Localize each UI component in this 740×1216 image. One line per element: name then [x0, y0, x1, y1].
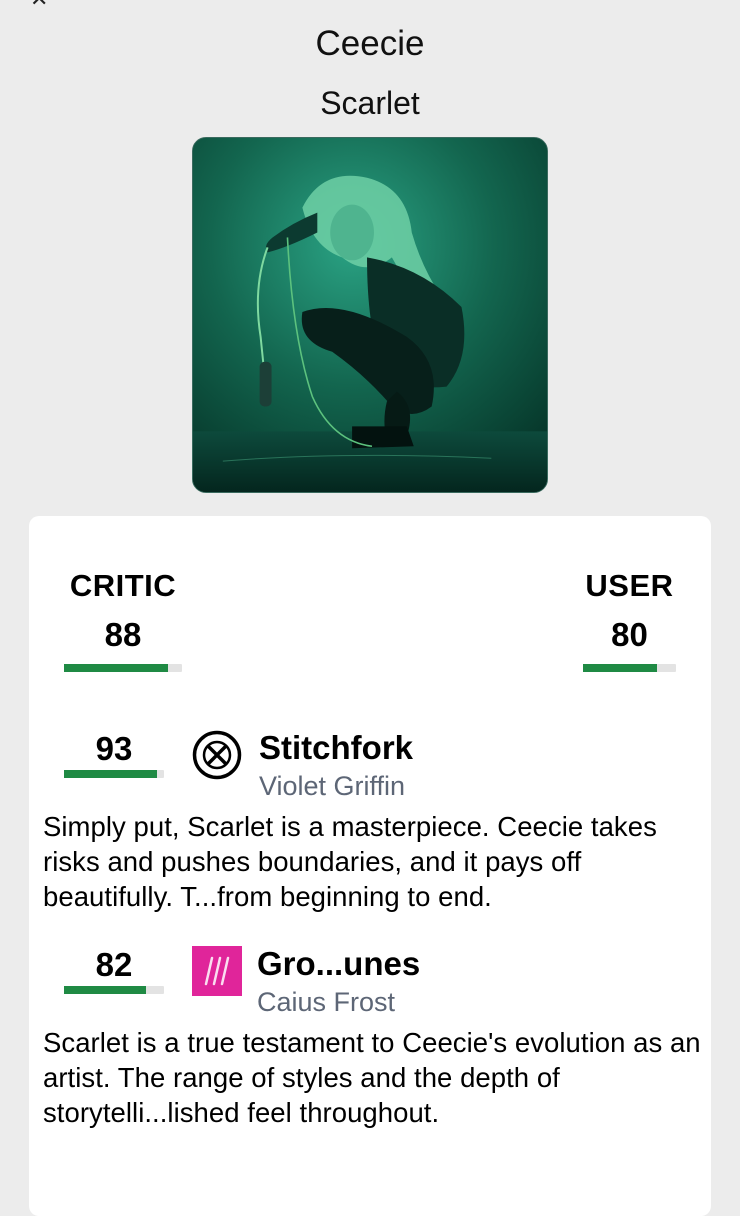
critic-name[interactable]: Caius Frost [257, 986, 395, 1018]
review-score-bar [64, 986, 164, 994]
album-title: Scarlet [320, 85, 420, 121]
critic-score-bar-fill [64, 664, 168, 672]
critic-score-value: 88 [104, 616, 142, 653]
reviews-card: CRITIC 88 USER 80 93 Stitchfork Violet G… [29, 516, 711, 1216]
review-score-bar-fill [64, 770, 157, 778]
publication-logo-icon [192, 946, 242, 996]
album-cover-image [192, 137, 548, 493]
review-score-bar [64, 770, 164, 778]
user-score-label: USER [585, 568, 674, 603]
review-score: 82 [95, 946, 133, 983]
publication-name[interactable]: Gro...unes [257, 944, 420, 984]
critic-name[interactable]: Violet Griffin [259, 770, 405, 802]
critic-score-block: CRITIC 88 [64, 568, 182, 672]
user-score-value: 80 [611, 616, 648, 653]
review-score: 93 [95, 730, 133, 767]
review-text: Simply put, Scarlet is a masterpiece. Ce… [43, 811, 657, 912]
publication-name[interactable]: Stitchfork [259, 728, 413, 768]
stitchfork-logo-icon [192, 730, 242, 780]
user-score-bar [583, 664, 676, 672]
top-left-partial-icon: ✕ [30, 0, 48, 12]
critic-score-bar [64, 664, 182, 672]
user-score-block: USER 80 [583, 568, 676, 672]
critic-score-label: CRITIC [69, 568, 177, 603]
user-score-bar-fill [583, 664, 658, 672]
review-score-bar-fill [64, 986, 146, 994]
review-text: Scarlet is a true testament to Ceecie's … [43, 1027, 701, 1128]
artist-name: Ceecie [315, 24, 425, 63]
